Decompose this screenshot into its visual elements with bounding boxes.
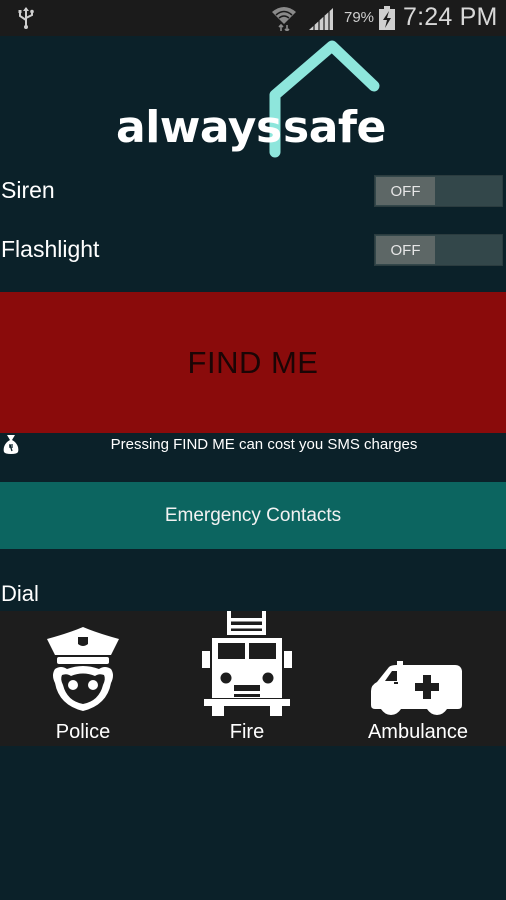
dial-police-button[interactable]: Police	[30, 611, 136, 746]
police-label: Police	[55, 721, 111, 743]
emergency-contacts-button[interactable]: Emergency Contacts	[0, 482, 506, 549]
logo-word-always: always	[116, 102, 282, 153]
signal-icon	[309, 8, 333, 30]
usb-icon	[18, 7, 34, 29]
police-officer-icon	[47, 627, 119, 711]
ambulance-icon	[371, 661, 462, 715]
sms-charges-note: Pressing FIND ME can cost you SMS charge…	[0, 433, 506, 457]
siren-label: Siren	[1, 177, 55, 203]
flashlight-toggle[interactable]: OFF	[374, 234, 503, 266]
siren-toggle[interactable]: OFF	[374, 175, 503, 207]
dial-ambulance-button[interactable]: Ambulance	[355, 611, 481, 746]
find-me-button[interactable]: FIND ME	[0, 292, 506, 433]
flashlight-toggle-state: OFF	[376, 236, 435, 264]
dial-heading: Dial	[1, 581, 39, 606]
flashlight-label: Flashlight	[1, 236, 100, 262]
battery-charging-icon	[379, 6, 395, 30]
ambulance-label: Ambulance	[367, 721, 469, 743]
fire-truck-icon	[202, 611, 292, 716]
dial-panel: Police Fire Ambulance	[0, 611, 506, 746]
clock: 7:24 PM	[403, 3, 498, 31]
sms-charges-text: Pressing FIND ME can cost you SMS charge…	[110, 436, 418, 453]
fire-label: Fire	[229, 721, 265, 743]
status-bar: 79% 7:24 PM	[0, 0, 506, 36]
app-logo: always safe	[110, 40, 395, 160]
dial-fire-button[interactable]: Fire	[190, 611, 304, 746]
siren-toggle-state: OFF	[376, 177, 435, 205]
siren-setting: Siren OFF	[0, 171, 506, 211]
logo-word-safe: safe	[283, 102, 386, 153]
wifi-icon	[272, 7, 296, 31]
battery-percent: 79%	[344, 9, 375, 26]
flashlight-setting: Flashlight OFF	[0, 230, 506, 270]
